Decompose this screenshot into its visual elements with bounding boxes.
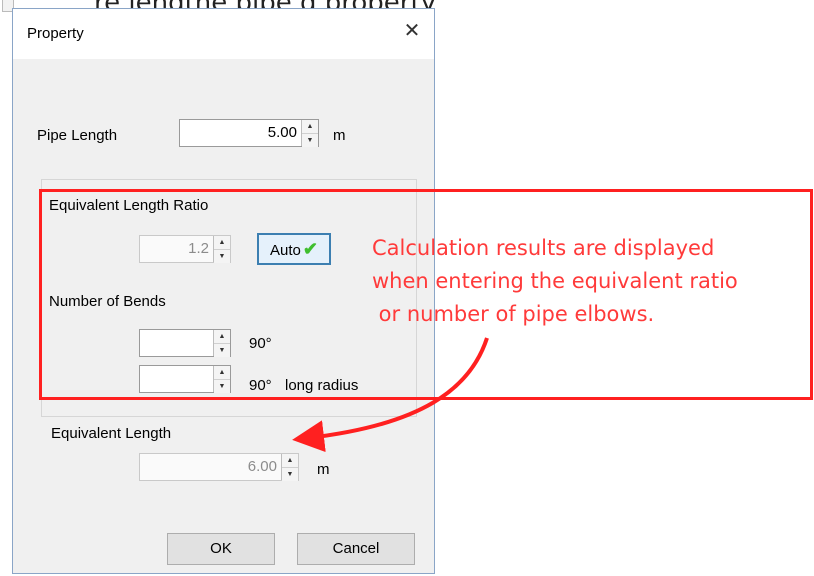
bends-90-long-input[interactable]: ▲ ▼ bbox=[139, 365, 231, 393]
close-icon[interactable]: ✕ bbox=[398, 17, 426, 45]
spin-up-icon[interactable]: ▲ bbox=[282, 454, 298, 467]
spin-down-icon[interactable]: ▼ bbox=[214, 249, 230, 263]
spin-down-icon[interactable]: ▼ bbox=[214, 379, 230, 393]
spin-up-icon[interactable]: ▲ bbox=[214, 236, 230, 249]
bends-90-spinner[interactable]: ▲ ▼ bbox=[213, 330, 230, 357]
spin-down-icon[interactable]: ▼ bbox=[282, 467, 298, 481]
spin-down-icon[interactable]: ▼ bbox=[214, 343, 230, 357]
spin-down-icon[interactable]: ▼ bbox=[302, 133, 318, 147]
title-bar: Property ✕ bbox=[13, 9, 434, 59]
ratio-spinner[interactable]: ▲ ▼ bbox=[213, 236, 230, 263]
number-of-bends-label: Number of Bends bbox=[49, 293, 166, 310]
equivalent-length-spinner[interactable]: ▲ ▼ bbox=[281, 454, 298, 481]
dialog-title: Property bbox=[27, 25, 84, 42]
bends-90-unit: 90° bbox=[249, 335, 272, 352]
auto-button[interactable]: Auto ✔ bbox=[257, 233, 331, 265]
bends-90-input[interactable]: ▲ ▼ bbox=[139, 329, 231, 357]
equivalent-length-unit: m bbox=[317, 461, 330, 478]
equivalent-length-value[interactable]: 6.00 bbox=[140, 454, 281, 480]
pipe-length-label: Pipe Length bbox=[37, 127, 118, 144]
ok-button[interactable]: OK bbox=[167, 533, 275, 565]
spin-up-icon[interactable]: ▲ bbox=[214, 330, 230, 343]
auto-button-label: Auto bbox=[270, 242, 301, 259]
ratio-input[interactable]: 1.2 ▲ ▼ bbox=[139, 235, 231, 263]
pipe-length-value[interactable]: 5.00 bbox=[180, 120, 301, 146]
long-radius-label: long radius bbox=[285, 377, 359, 394]
equivalent-length-input[interactable]: 6.00 ▲ ▼ bbox=[139, 453, 299, 481]
spin-up-icon[interactable]: ▲ bbox=[214, 366, 230, 379]
annotation-text: Calculation results are displayed when e… bbox=[372, 236, 738, 326]
bends-90-long-value[interactable] bbox=[140, 366, 213, 392]
equivalent-length-label: Equivalent Length bbox=[51, 425, 172, 442]
pipe-length-unit: m bbox=[333, 127, 346, 144]
bends-90-long-unit: 90° bbox=[249, 377, 272, 394]
pipe-length-spinner[interactable]: ▲ ▼ bbox=[301, 120, 318, 147]
equivalent-length-ratio-label: Equivalent Length Ratio bbox=[49, 197, 209, 214]
spin-up-icon[interactable]: ▲ bbox=[302, 120, 318, 133]
bends-90-long-spinner[interactable]: ▲ ▼ bbox=[213, 366, 230, 393]
ratio-value[interactable]: 1.2 bbox=[140, 236, 213, 262]
check-icon: ✔ bbox=[302, 239, 318, 259]
bends-90-value[interactable] bbox=[140, 330, 213, 356]
cancel-button[interactable]: Cancel bbox=[297, 533, 415, 565]
pipe-length-input[interactable]: 5.00 ▲ ▼ bbox=[179, 119, 319, 147]
